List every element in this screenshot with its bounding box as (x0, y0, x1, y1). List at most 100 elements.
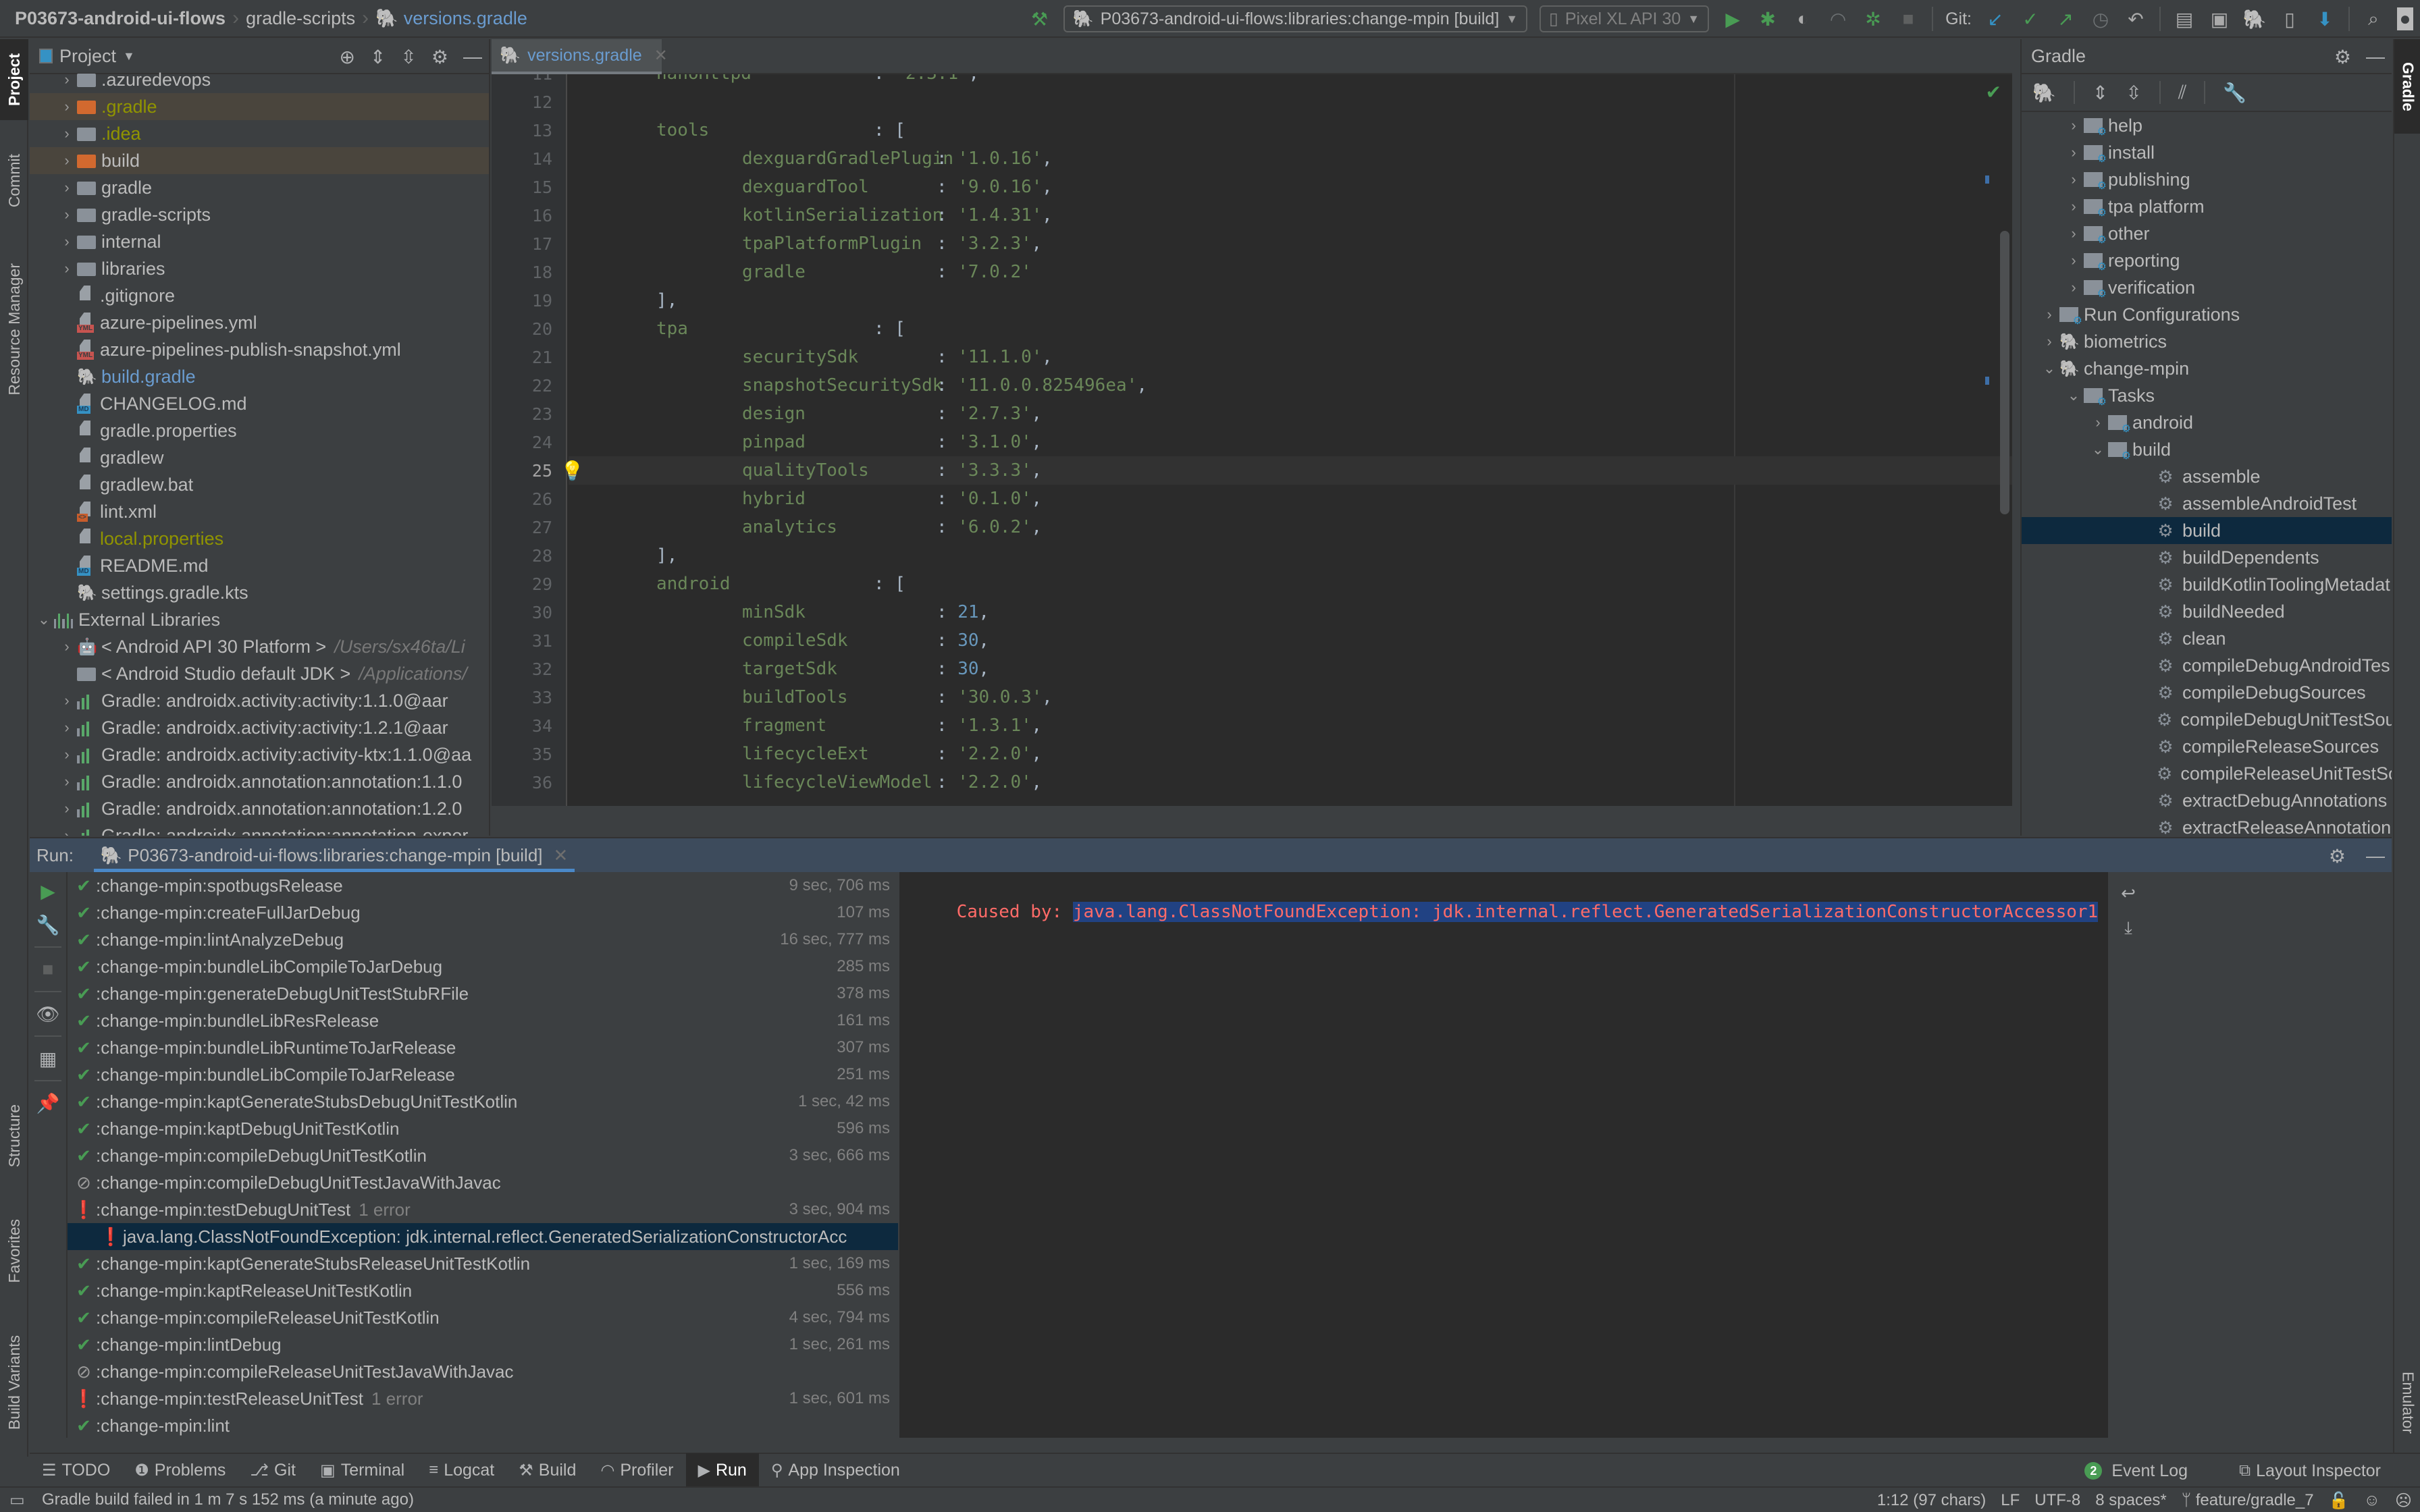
code-line[interactable]: 21 securitySdk: '11.1.0', (532, 343, 2012, 371)
build-task-item[interactable]: ✔:change-mpin:bundleLibCompileToJarRelea… (68, 1061, 898, 1088)
code-line[interactable]: 33 buildTools: '30.0.3', (532, 683, 2012, 711)
gradle-tree-item[interactable]: › other (2022, 220, 2392, 247)
gradle-tree-item[interactable]: › help (2022, 112, 2392, 139)
git-update-icon[interactable]: ↙ (1984, 7, 2007, 30)
account-icon[interactable]: ● (2397, 7, 2413, 30)
close-icon[interactable]: ✕ (554, 845, 569, 866)
build-output-console[interactable]: Caused by: java.lang.ClassNotFoundExcept… (899, 872, 2108, 1438)
bottom-tab-app-inspection[interactable]: ⚲ App Inspection (759, 1453, 912, 1487)
gradle-tree-item[interactable]: › android (2022, 409, 2392, 436)
chevron-right-icon[interactable]: › (2088, 414, 2108, 431)
frown-feedback-icon[interactable]: ☹ (2395, 1491, 2412, 1511)
bottom-tab-build[interactable]: ⚒ Build (506, 1453, 588, 1487)
gradle-tree-item[interactable]: ⚙ compileReleaseUnitTestSc (2022, 760, 2392, 787)
library-item[interactable]: › Gradle: androidx.activity:activity:1.1.… (30, 687, 489, 714)
build-task-item[interactable]: ✔:change-mpin:compileReleaseUnitTestKotl… (68, 1304, 898, 1331)
code-line[interactable]: 24 pinpad: '3.1.0', (532, 428, 2012, 456)
gradle-tree-item[interactable]: ⚙ assemble (2022, 463, 2392, 490)
code-line[interactable]: 30 minSdk: 21, (532, 598, 2012, 626)
project-structure-icon[interactable]: ▤ (2173, 7, 2196, 30)
build-task-item[interactable]: ✔:change-mpin:lintDebug 1 sec, 261 ms (68, 1331, 898, 1358)
project-view-selector[interactable]: Project ▼ (39, 46, 135, 67)
smile-feedback-icon[interactable]: ☺ (2363, 1491, 2380, 1510)
code-line[interactable]: 12 (532, 88, 2012, 116)
code-line[interactable]: 16 kotlinSerialization: '1.4.31', (532, 201, 2012, 230)
chevron-right-icon[interactable]: › (57, 233, 77, 250)
library-item[interactable]: › Gradle: androidx.annotation:annotation:… (30, 795, 489, 822)
tool-tab-gradle[interactable]: Gradle (2394, 39, 2420, 134)
collapse-all-icon[interactable]: ⇳ (2126, 82, 2141, 104)
project-tree-item[interactable]: MD CHANGELOG.md (30, 390, 489, 417)
gradle-tree-item[interactable]: ⚙ buildNeeded (2022, 598, 2392, 625)
gradle-tree-item[interactable]: ⚙ compileDebugAndroidTes (2022, 652, 2392, 679)
gradle-tree-item[interactable]: ⌄ 🐘 change-mpin (2022, 355, 2392, 382)
breadcrumb-folder[interactable]: gradle-scripts (246, 8, 355, 29)
change-marker[interactable] (1985, 176, 1989, 184)
chevron-right-icon[interactable]: › (2039, 306, 2059, 323)
bottom-tab-profiler[interactable]: ◠ Profiler (588, 1453, 685, 1487)
chevron-right-icon[interactable]: › (2063, 117, 2084, 134)
build-task-item[interactable]: ✔:change-mpin:spotbugsRelease 9 sec, 706 … (68, 872, 898, 899)
locate-file-icon[interactable]: ⊕ (339, 46, 354, 68)
project-tree-item[interactable]: › internal (30, 228, 489, 255)
code-editor[interactable]: 11nanoHttpd: '2.3.1',1213tools: [14dexgu… (492, 74, 2012, 806)
bottom-tab-todo[interactable]: ☰ TODO (30, 1453, 122, 1487)
chevron-down-icon[interactable]: ⌄ (2088, 441, 2108, 458)
code-line[interactable]: 13 tools: [ (532, 116, 2012, 144)
gradle-tree-item[interactable]: › install (2022, 139, 2392, 166)
gear-icon[interactable]: ⚙ (2329, 845, 2346, 867)
library-item[interactable]: < Android Studio default JDK > /Applicati… (30, 660, 489, 687)
chevron-right-icon[interactable]: › (2063, 225, 2084, 242)
gradle-tree-item[interactable]: › Run Configurations (2022, 301, 2392, 328)
gradle-tree-item[interactable]: ⚙ extractReleaseAnnotation (2022, 814, 2392, 836)
code-line[interactable]: 18 gradle: '7.0.2' (532, 258, 2012, 286)
gradle-tree-item[interactable]: › reporting (2022, 247, 2392, 274)
bottom-tab-git[interactable]: ⎇ Git (238, 1453, 308, 1487)
attach-debugger-icon[interactable]: ✲ (1862, 7, 1885, 30)
code-line[interactable]: 19], (532, 286, 2012, 315)
breadcrumb-file[interactable]: 🐘 versions.gradle (375, 7, 527, 29)
build-task-item[interactable]: ✔:change-mpin:kaptGenerateStubsReleaseUn… (68, 1250, 898, 1277)
chevron-right-icon[interactable]: › (57, 719, 77, 736)
gradle-tree-item[interactable]: ⌄ build (2022, 436, 2392, 463)
code-line[interactable]: 36 lifecycleViewModel: '2.2.0', (532, 768, 2012, 796)
git-commit-icon[interactable]: ✓ (2019, 7, 2042, 30)
build-task-item[interactable]: ✔:change-mpin:bundleLibRuntimeToJarRelea… (68, 1034, 898, 1061)
soft-wrap-icon[interactable]: ↩ (2121, 883, 2136, 904)
build-task-item[interactable]: ✔:change-mpin:bundleLibCompileToJarDebug… (68, 953, 898, 980)
breadcrumb-project[interactable]: P03673-android-ui-flows (15, 8, 226, 29)
project-tree-item[interactable]: › build (30, 147, 489, 174)
gradle-tree-item[interactable]: ⚙ compileDebugSources (2022, 679, 2392, 706)
build-task-item[interactable]: ❗:change-mpin:testDebugUnitTest 1 error 3 … (68, 1196, 898, 1223)
hammer-icon[interactable]: ⚒ (1028, 7, 1051, 30)
code-line[interactable]: 29 android: [ (532, 570, 2012, 598)
gradle-tree-item[interactable]: ⚙ extractDebugAnnotations (2022, 787, 2392, 814)
build-task-item[interactable]: ✔:change-mpin:createFullJarDebug 107 ms (68, 899, 898, 926)
chevron-right-icon[interactable]: › (2063, 198, 2084, 215)
close-icon[interactable]: ✕ (654, 46, 668, 65)
avd-manager-icon[interactable]: ▣ (2208, 7, 2231, 30)
gradle-tree-item[interactable]: ⌄ Tasks (2022, 382, 2392, 409)
gradle-tree-item[interactable]: › 🐘 biometrics (2022, 328, 2392, 355)
project-tree-item[interactable]: gradlew.bat (30, 471, 489, 498)
bottom-tab-problems[interactable]: ❶ Problems (122, 1453, 238, 1487)
tool-tab-resource-manager[interactable]: Resource Manager (0, 248, 28, 410)
gradle-tree-item[interactable]: ⚙ clean (2022, 625, 2392, 652)
git-push-icon[interactable]: ↗ (2054, 7, 2077, 30)
file-encoding[interactable]: UTF-8 (2034, 1491, 2080, 1510)
build-task-item[interactable]: ⊘:change-mpin:compileReleaseUnitTestJava… (68, 1358, 898, 1385)
change-marker[interactable] (1985, 377, 1989, 385)
code-line[interactable]: 15 dexguardTool: '9.0.16', (532, 173, 2012, 201)
hide-icon[interactable]: — (463, 46, 482, 68)
gradle-tree-item[interactable]: ⚙ compileReleaseSources (2022, 733, 2392, 760)
line-separator[interactable]: LF (2001, 1491, 2020, 1510)
toggle-tool-windows-icon[interactable]: ▭ (9, 1490, 25, 1510)
chevron-right-icon[interactable]: › (57, 638, 77, 655)
library-item[interactable]: › Gradle: androidx.activity:activity-ktx:… (30, 741, 489, 768)
library-item[interactable]: › Gradle: androidx.annotation:annotation-… (30, 822, 489, 836)
project-tree-item[interactable]: › gradle-scripts (30, 201, 489, 228)
tool-tab-emulator[interactable]: Emulator (2394, 1349, 2420, 1457)
chevron-right-icon[interactable]: › (2039, 333, 2059, 350)
library-item[interactable]: › Gradle: androidx.activity:activity:1.2.… (30, 714, 489, 741)
project-tree-item[interactable]: .gitignore (30, 282, 489, 309)
